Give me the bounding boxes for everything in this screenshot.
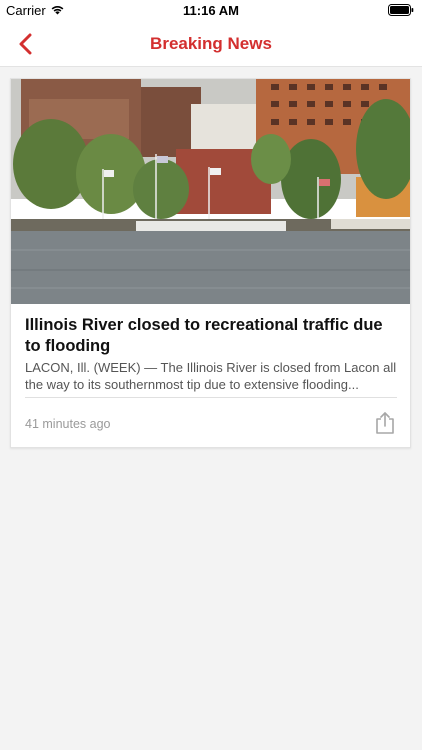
- article-image[interactable]: [11, 79, 410, 304]
- page-title: Breaking News: [150, 34, 272, 53]
- navigation-bar: Breaking News: [0, 22, 422, 67]
- article-summary: LACON, Ill. (WEEK) — The Illinois River …: [25, 360, 397, 392]
- battery-icon: [388, 4, 414, 19]
- article-headline[interactable]: Illinois River closed to recreational tr…: [25, 315, 397, 357]
- card-divider: [25, 397, 397, 398]
- river-flood-photo: [11, 79, 410, 304]
- status-time: 11:16 AM: [183, 3, 239, 18]
- status-bar: Carrier 11:16 AM: [0, 0, 422, 22]
- share-button[interactable]: [374, 411, 396, 435]
- share-icon: [376, 412, 394, 434]
- article-timestamp: 41 minutes ago: [25, 417, 111, 431]
- article-card[interactable]: Illinois River closed to recreational tr…: [10, 78, 411, 448]
